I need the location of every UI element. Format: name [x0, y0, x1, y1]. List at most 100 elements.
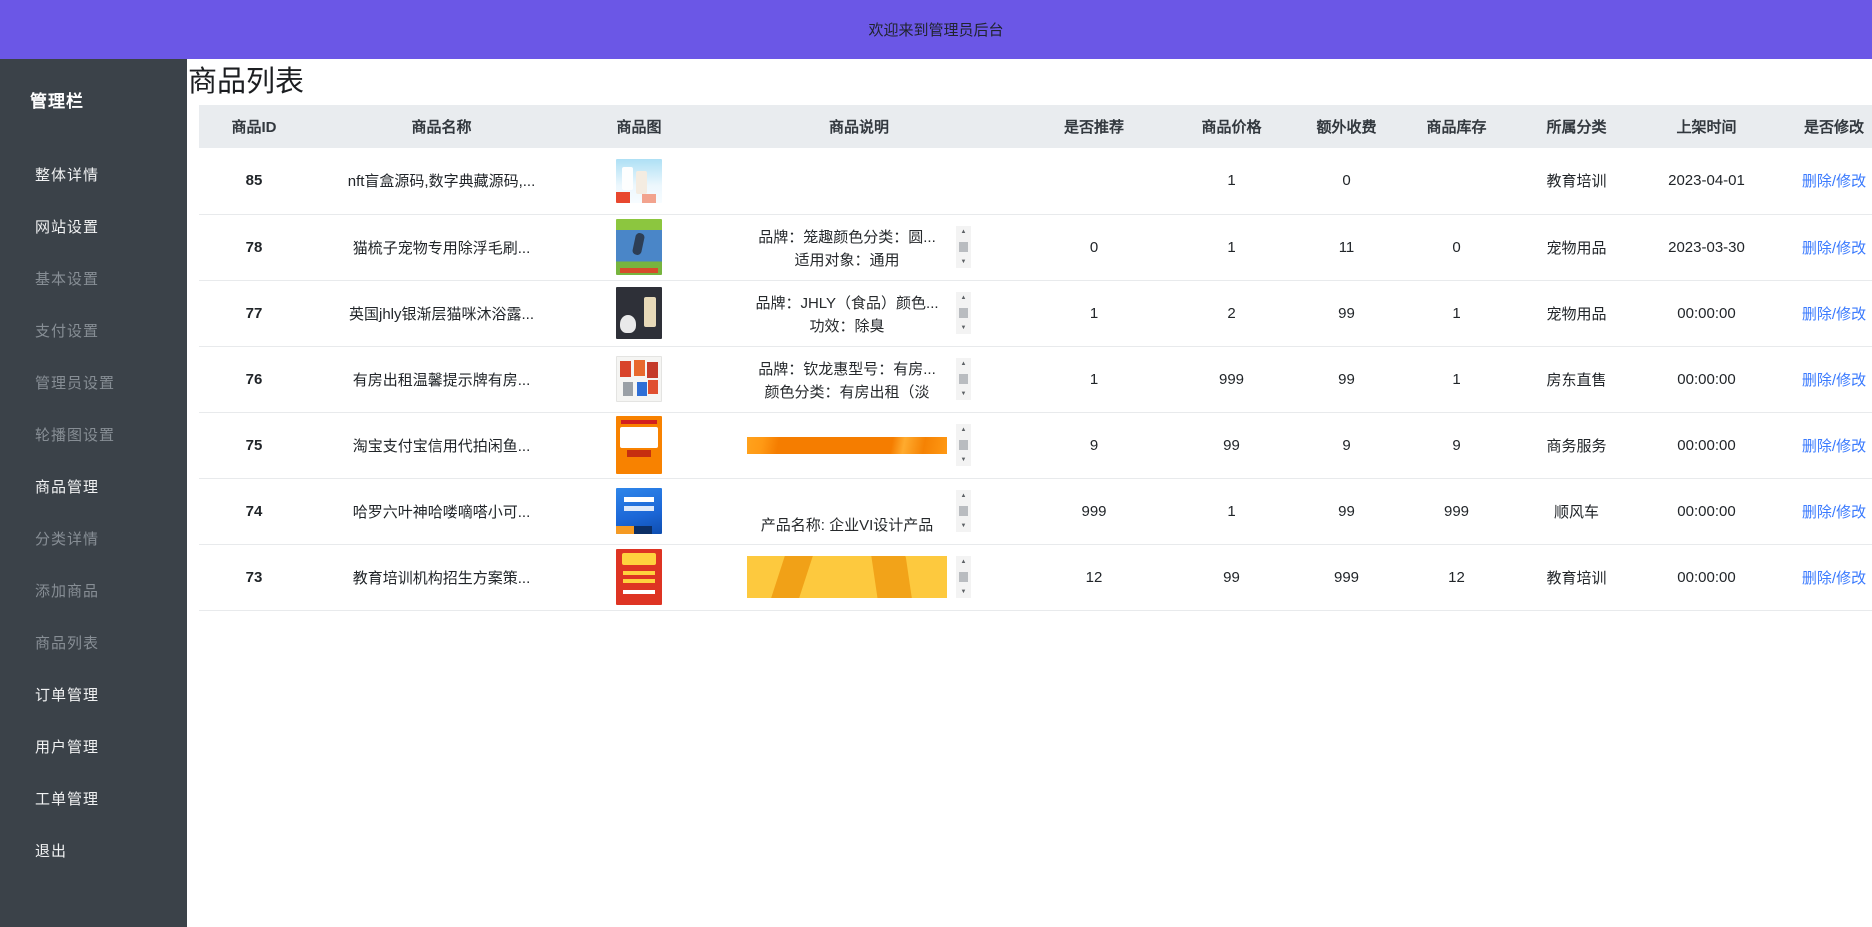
product-name: 有房出租温馨提示牌有房...	[309, 346, 574, 412]
scroll-up-icon[interactable]: ▲	[961, 295, 967, 301]
stock-value: 12	[1404, 544, 1509, 610]
sidebar-item-admin-settings[interactable]: 管理员设置	[0, 356, 187, 408]
scroll-thumb[interactable]	[959, 374, 968, 384]
scroll-down-icon[interactable]: ▼	[961, 325, 967, 331]
description-banner-image	[747, 437, 947, 454]
product-id: 75	[199, 412, 309, 478]
stock-value	[1404, 148, 1509, 214]
extra-fee-value: 99	[1289, 280, 1404, 346]
product-description[interactable]: 品牌：钦龙惠型号：有房... 颜色分类：有房出租（淡	[747, 358, 947, 400]
scroll-up-icon[interactable]: ▲	[961, 493, 967, 499]
sidebar-item-overall-details[interactable]: 整体详情	[0, 148, 187, 200]
sidebar-item-ticket-management[interactable]: 工单管理	[0, 772, 187, 824]
product-image	[616, 287, 662, 339]
product-description[interactable]: 品牌：JHLY（食品）颜色... 功效：除臭	[747, 292, 947, 334]
category-value: 教育培训	[1509, 544, 1644, 610]
delete-edit-link[interactable]: 删除/修改	[1802, 504, 1866, 521]
description-scrollbar[interactable]: ▲ ▼	[956, 490, 971, 532]
product-name: 淘宝支付宝信用代拍闲鱼...	[309, 412, 574, 478]
recommend-value	[1014, 148, 1174, 214]
product-id: 76	[199, 346, 309, 412]
sidebar-item-product-list[interactable]: 商品列表	[0, 616, 187, 668]
sidebar-item-order-management[interactable]: 订单管理	[0, 668, 187, 720]
app-layout: 管理栏 整体详情 网站设置 基本设置 支付设置 管理员设置 轮播图设置 商品管理…	[0, 59, 1872, 927]
description-scrollbar[interactable]: ▲ ▼	[956, 358, 971, 400]
extra-fee-value: 999	[1289, 544, 1404, 610]
recommend-value: 1	[1014, 346, 1174, 412]
sidebar-item-product-management[interactable]: 商品管理	[0, 460, 187, 512]
delete-edit-link[interactable]: 删除/修改	[1802, 570, 1866, 587]
scroll-thumb[interactable]	[959, 308, 968, 318]
scroll-down-icon[interactable]: ▼	[961, 259, 967, 265]
main-content: 商品列表 商品ID 商品名称 商品图 商品说明 是否推荐 商品价格 额外收费 商…	[187, 59, 1872, 927]
sidebar-item-add-product[interactable]: 添加商品	[0, 564, 187, 616]
sidebar-item-carousel-settings[interactable]: 轮播图设置	[0, 408, 187, 460]
welcome-banner: 欢迎来到管理员后台	[0, 0, 1872, 59]
delete-edit-link[interactable]: 删除/修改	[1802, 240, 1866, 257]
product-image	[616, 549, 662, 605]
scroll-thumb[interactable]	[959, 440, 968, 450]
price-value: 2	[1174, 280, 1289, 346]
product-name: nft盲盒源码,数字典藏源码,...	[309, 148, 574, 214]
product-description[interactable]: 产品名称: 企业VI设计产品	[747, 490, 947, 532]
sidebar-item-category-details[interactable]: 分类详情	[0, 512, 187, 564]
delete-edit-link[interactable]: 删除/修改	[1802, 306, 1866, 323]
extra-fee-value: 11	[1289, 214, 1404, 280]
recommend-value: 12	[1014, 544, 1174, 610]
scroll-down-icon[interactable]: ▼	[961, 589, 967, 595]
scroll-thumb[interactable]	[959, 572, 968, 582]
column-header-product-description: 商品说明	[704, 105, 1014, 148]
product-name: 猫梳子宠物专用除浮毛刷...	[309, 214, 574, 280]
price-value: 99	[1174, 412, 1289, 478]
price-value: 999	[1174, 346, 1289, 412]
stock-value: 1	[1404, 346, 1509, 412]
listing-time-value: 00:00:00	[1644, 478, 1769, 544]
column-header-category: 所属分类	[1509, 105, 1644, 148]
price-value: 1	[1174, 478, 1289, 544]
scroll-up-icon[interactable]: ▲	[961, 559, 967, 565]
column-header-product-image: 商品图	[574, 105, 704, 148]
sidebar: 管理栏 整体详情 网站设置 基本设置 支付设置 管理员设置 轮播图设置 商品管理…	[0, 59, 187, 927]
category-value: 商务服务	[1509, 412, 1644, 478]
recommend-value: 0	[1014, 214, 1174, 280]
scroll-thumb[interactable]	[959, 242, 968, 252]
description-scrollbar[interactable]: ▲ ▼	[956, 292, 971, 334]
table-header: 商品ID 商品名称 商品图 商品说明 是否推荐 商品价格 额外收费 商品库存 所…	[199, 105, 1872, 148]
description-scrollbar[interactable]: ▲ ▼	[956, 424, 971, 466]
column-header-product-id: 商品ID	[199, 105, 309, 148]
sidebar-item-site-settings[interactable]: 网站设置	[0, 200, 187, 252]
scroll-down-icon[interactable]: ▼	[961, 457, 967, 463]
product-id: 74	[199, 478, 309, 544]
extra-fee-value: 9	[1289, 412, 1404, 478]
category-value: 房东直售	[1509, 346, 1644, 412]
product-name: 教育培训机构招生方案策...	[309, 544, 574, 610]
description-scrollbar[interactable]: ▲ ▼	[956, 226, 971, 268]
price-value: 1	[1174, 214, 1289, 280]
scroll-up-icon[interactable]: ▲	[961, 427, 967, 433]
listing-time-value: 00:00:00	[1644, 280, 1769, 346]
listing-time-value: 2023-04-01	[1644, 148, 1769, 214]
description-scrollbar[interactable]: ▲ ▼	[956, 556, 971, 598]
scroll-up-icon[interactable]: ▲	[961, 229, 967, 235]
scroll-thumb[interactable]	[959, 506, 968, 516]
listing-time-value: 00:00:00	[1644, 412, 1769, 478]
table-row: 75 淘宝支付宝信用代拍闲鱼... ▲ ▼ 9	[199, 412, 1872, 478]
product-id: 73	[199, 544, 309, 610]
stock-value: 9	[1404, 412, 1509, 478]
recommend-value: 1	[1014, 280, 1174, 346]
scroll-down-icon[interactable]: ▼	[961, 391, 967, 397]
category-value: 教育培训	[1509, 148, 1644, 214]
sidebar-item-basic-settings[interactable]: 基本设置	[0, 252, 187, 304]
delete-edit-link[interactable]: 删除/修改	[1802, 438, 1866, 455]
delete-edit-link[interactable]: 删除/修改	[1802, 372, 1866, 389]
price-value: 99	[1174, 544, 1289, 610]
scroll-up-icon[interactable]: ▲	[961, 361, 967, 367]
sidebar-item-logout[interactable]: 退出	[0, 824, 187, 876]
welcome-banner-text: 欢迎来到管理员后台	[868, 19, 1003, 40]
product-id: 78	[199, 214, 309, 280]
delete-edit-link[interactable]: 删除/修改	[1802, 173, 1866, 190]
sidebar-item-payment-settings[interactable]: 支付设置	[0, 304, 187, 356]
sidebar-item-user-management[interactable]: 用户管理	[0, 720, 187, 772]
scroll-down-icon[interactable]: ▼	[961, 523, 967, 529]
product-description[interactable]: 品牌：笼趣颜色分类：圆... 适用对象：通用	[747, 226, 947, 268]
